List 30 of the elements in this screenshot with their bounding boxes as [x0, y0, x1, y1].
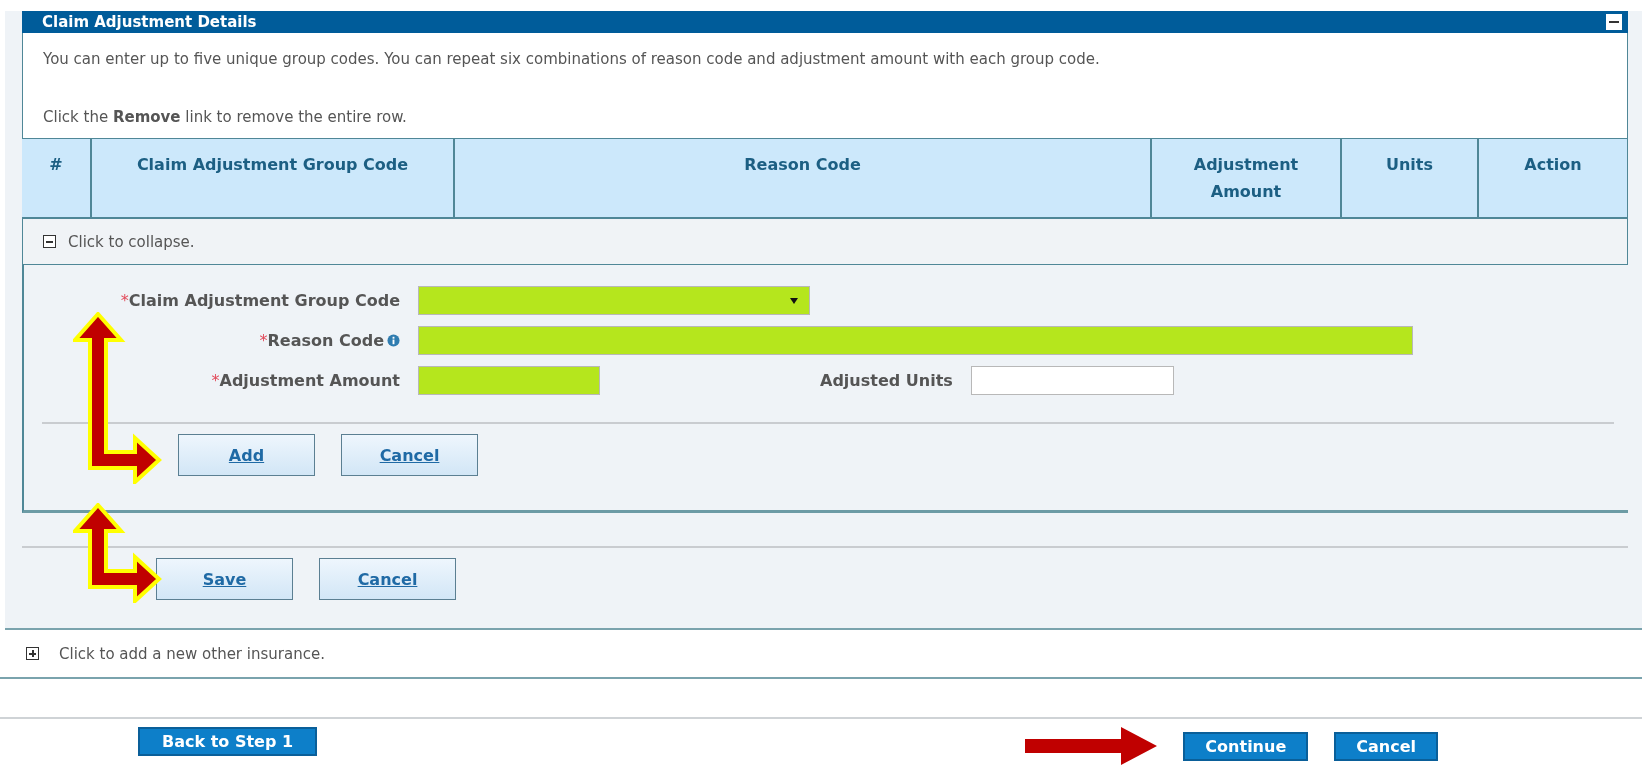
column-header: Adjustment Amount [1152, 139, 1342, 217]
link-button[interactable]: Cancel [319, 558, 456, 600]
collapse-toggle-icon[interactable] [1606, 14, 1622, 30]
column-header: Claim Adjustment Group Code [92, 139, 455, 217]
field-label: *Reason Code [24, 331, 400, 350]
add-insurance-link[interactable]: Click to add a new other insurance. [59, 644, 325, 663]
instruction-text: You can enter up to five unique group codes. You can repeat six combinations of reason code and adjustment amount with each group code. [43, 49, 1101, 70]
link-button[interactable]: Save [156, 558, 293, 600]
column-header: # [22, 139, 92, 217]
input-field[interactable] [418, 366, 600, 395]
section-title: Claim Adjustment Details [42, 13, 257, 31]
caret-icon [789, 296, 799, 305]
footer-button[interactable]: Cancel [1334, 731, 1438, 761]
link-button[interactable]: Cancel [341, 434, 478, 476]
field-label: Adjusted Units [820, 371, 953, 390]
footer-button[interactable]: Continue [1183, 731, 1309, 761]
expand-icon[interactable] [26, 647, 39, 660]
link-button[interactable]: Add [178, 434, 315, 476]
input-field[interactable] [418, 326, 1413, 355]
column-header: Units [1342, 139, 1479, 217]
back-button[interactable]: Back to Step 1 [138, 727, 318, 756]
instruction-text: Click the Remove link to remove the entire row. [43, 107, 408, 128]
collapse-link[interactable]: Click to collapse. [68, 232, 195, 251]
collapse-icon[interactable] [43, 235, 56, 248]
info-icon[interactable] [387, 334, 400, 347]
column-header: Reason Code [455, 139, 1152, 217]
field-label: *Adjustment Amount [210, 371, 400, 390]
column-header: Action [1523, 154, 1583, 176]
input-field[interactable] [970, 366, 1174, 395]
field-label: *Claim Adjustment Group Code [119, 291, 400, 310]
